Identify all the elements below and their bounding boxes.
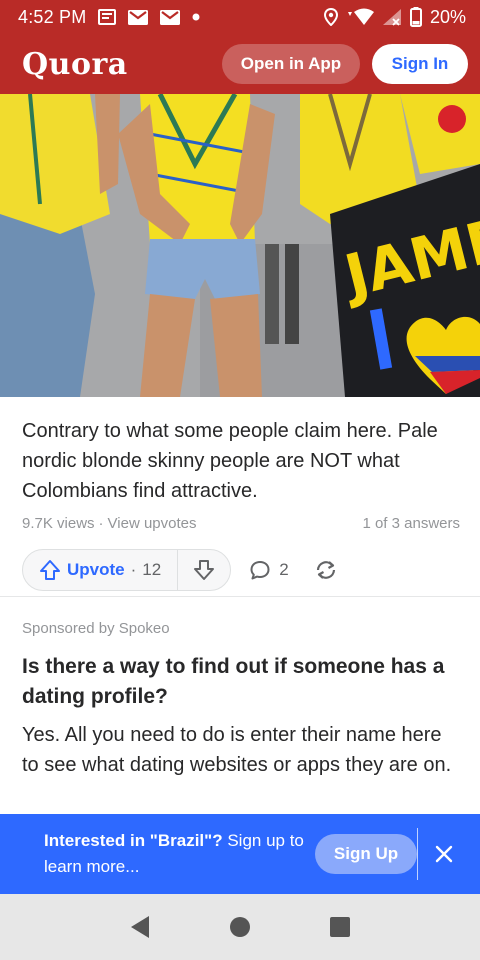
home-icon xyxy=(229,916,251,938)
sign-up-button[interactable]: Sign Up xyxy=(315,834,417,874)
meta-separator: · xyxy=(98,515,104,532)
recents-button[interactable] xyxy=(320,907,360,947)
gmail-icon xyxy=(128,9,149,25)
close-banner-button[interactable] xyxy=(432,842,456,866)
status-bar: 4:52 PM 20% xyxy=(0,0,480,34)
answer-text: Contrary to what some people claim here.… xyxy=(22,420,438,502)
comment-count: 2 xyxy=(279,560,289,579)
signal-icon xyxy=(382,8,402,26)
share-icon xyxy=(313,558,339,582)
back-icon xyxy=(129,915,151,939)
comment-icon xyxy=(249,559,271,581)
ad-body[interactable]: Yes. All you need to do is enter their n… xyxy=(22,720,462,780)
answer-photo: JAME xyxy=(0,94,480,397)
back-button[interactable] xyxy=(120,907,160,947)
quora-logo[interactable]: Quora xyxy=(22,47,128,82)
upvote-button[interactable]: Upvote · 12 xyxy=(23,550,177,590)
upvote-separator: · xyxy=(130,560,137,579)
status-time: 4:52 PM xyxy=(18,6,87,27)
section-divider xyxy=(0,596,480,597)
gmail-icon xyxy=(160,9,181,25)
vote-pill: Upvote · 12 xyxy=(22,549,232,591)
upvote-icon xyxy=(39,559,61,581)
banner-text: Interested in "Brazil"? Sign up to learn… xyxy=(44,828,306,880)
answer-position: 1 of 3 answers xyxy=(362,515,460,532)
wifi-icon xyxy=(346,8,374,26)
view-count: 9.7K views xyxy=(22,515,95,532)
system-nav-bar xyxy=(0,894,480,960)
banner-divider xyxy=(417,828,418,880)
ad-title[interactable]: Is there a way to find out if someone ha… xyxy=(22,652,462,712)
location-icon xyxy=(323,8,338,26)
share-button[interactable] xyxy=(313,558,339,582)
view-upvotes-link[interactable]: View upvotes xyxy=(108,515,197,532)
sign-in-button[interactable]: Sign In xyxy=(372,44,468,84)
dot-icon xyxy=(192,13,200,21)
comment-button[interactable]: 2 xyxy=(249,559,289,581)
home-button[interactable] xyxy=(220,907,260,947)
downvote-button[interactable] xyxy=(178,550,230,590)
open-in-app-button[interactable]: Open in App xyxy=(222,44,360,84)
battery-level: 20% xyxy=(429,6,466,27)
close-icon xyxy=(435,845,453,863)
recents-icon xyxy=(329,916,351,938)
upvote-label: Upvote xyxy=(67,560,125,579)
upvote-count: 12 xyxy=(142,560,162,579)
downvote-icon xyxy=(193,559,215,581)
answer-actions: Upvote · 12 2 xyxy=(22,549,339,591)
battery-icon xyxy=(409,7,422,27)
banner-topic: Interested in "Brazil"? xyxy=(44,831,223,850)
notification-icon xyxy=(98,9,117,25)
answer-meta: 9.7K views · View upvotes 1 of 3 answers xyxy=(22,515,460,532)
sponsor-label: Sponsored by Spokeo xyxy=(22,620,170,637)
app-header: Quora Open in App Sign In xyxy=(0,34,480,94)
